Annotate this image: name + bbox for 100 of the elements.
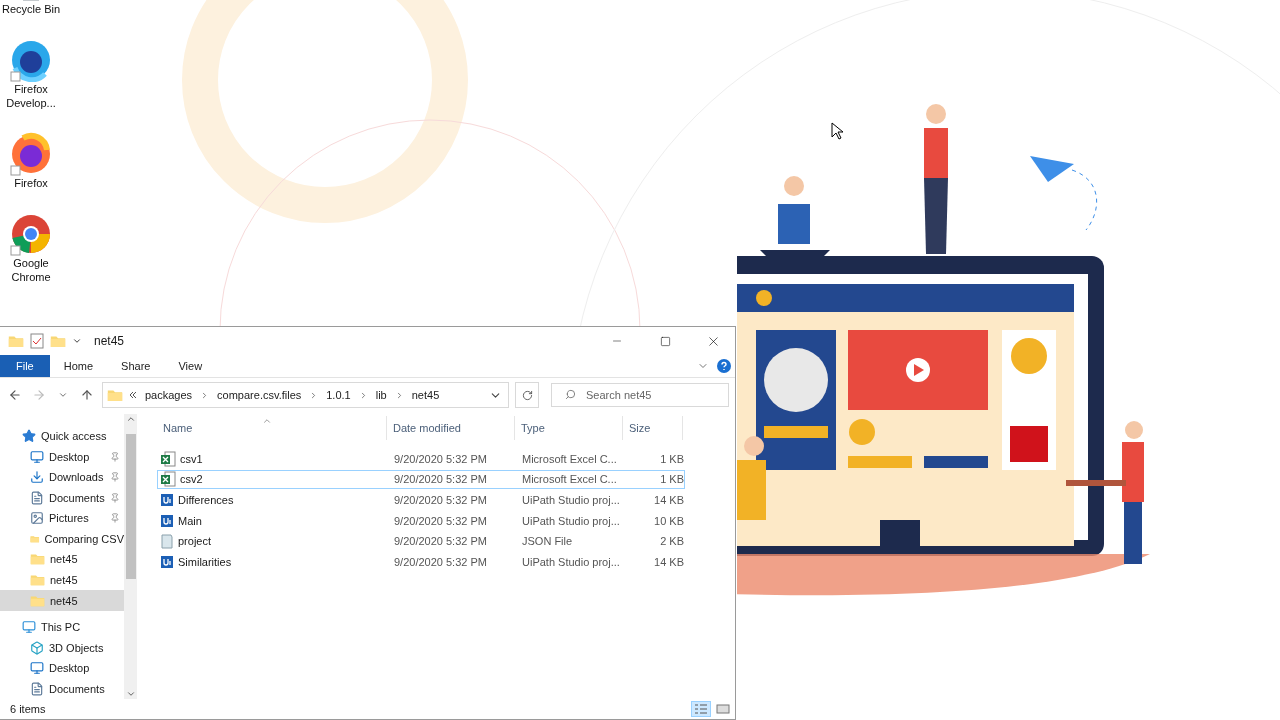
type-cell-text: UiPath Studio proj... [521,555,621,568]
nav-item[interactable]: Documents [0,678,124,699]
nav-item[interactable]: Quick access [0,426,124,447]
date-cell-text: 9/20/2020 5:32 PM [393,494,488,506]
type-cell-text: UiPath Studio proj... [521,494,621,506]
type-cell-text: Microsoft Excel C... [521,473,618,486]
file-row[interactable]: csv1 9/20/2020 5:32 PM Microsoft Excel C... 1 KB [157,449,685,469]
document-icon [30,490,44,505]
file-icon [160,533,174,550]
window-title: net45 [94,334,126,348]
star-icon [22,429,36,444]
ribbon-tab[interactable]: View [164,355,217,377]
folder-icon [8,334,24,348]
file-row[interactable]: csv2 9/20/2020 5:32 PM Microsoft Excel C... 1 KB [157,469,685,490]
file-name: project [178,535,212,548]
desktop-icon-label[interactable]: Firefox Develop... [0,82,62,110]
thumbnail-view-button[interactable] [713,701,733,717]
folder-icon [107,388,123,402]
ribbon-tab[interactable]: File [0,355,50,377]
maximize-icon [659,335,671,347]
nav-item[interactable]: Pictures [0,508,124,529]
type-cell-text: JSON File [521,535,574,548]
ribbon-tab[interactable]: Home [49,355,108,377]
date-cell-text: 9/20/2020 5:32 PM [393,452,488,465]
file-row[interactable]: Similarities 9/20/2020 5:32 PM UiPath Studio proj... 14 KB [157,551,685,572]
breadcrumb-item[interactable]: compare.csv.files [215,389,304,401]
browser-logo-icon [9,212,53,256]
workflow-file-icon [160,554,174,569]
desktop-icon-label[interactable]: Firefox [14,176,48,190]
details-view-button[interactable] [691,701,711,717]
desktop-icon-label[interactable]: Recycle Bin [1,2,61,16]
help-icon[interactable] [717,359,731,373]
computer-icon [22,620,36,635]
breadcrumb-item[interactable]: 1.0.1 [324,389,353,401]
workflow-file-icon [160,513,174,528]
spreadsheet-file-icon [160,471,176,488]
column-header[interactable]: Name [157,416,387,440]
column-header[interactable]: Size [623,416,683,440]
file-row[interactable]: Differences 9/20/2020 5:32 PM UiPath Studio proj... 14 KB [157,490,685,510]
refresh-button[interactable] [515,382,539,408]
nav-item[interactable]: net45 [0,590,124,611]
scroll-down-icon[interactable] [125,689,136,699]
size-cell-text: 10 KB [653,514,684,527]
browser-logo-icon [9,38,53,82]
size-cell-text: 1 KB [659,452,684,465]
file-row[interactable]: Main 9/20/2020 5:32 PM UiPath Studio proj... 10 KB [157,510,685,531]
refresh-icon [521,389,533,401]
dropdown-caret-icon[interactable] [72,336,82,346]
nav-item[interactable]: net45 [0,549,124,570]
nav-item[interactable]: This PC [0,616,124,638]
date-cell-text: 9/20/2020 5:32 PM [393,514,488,527]
scroll-up-icon[interactable] [125,414,136,424]
workflow-file-icon [160,493,174,507]
search-field[interactable]: Search net45 [551,383,729,407]
folder-icon [30,574,45,586]
chevron-down-icon [58,390,68,400]
nav-item[interactable]: net45 [0,569,124,591]
breadcrumb-item[interactable]: net45 [409,389,442,401]
size-cell-text: 2 KB [659,535,684,548]
address-bar[interactable]: packages compare.csv.files 1.0.1 lib net45 [102,382,509,408]
file-name: Differences [178,494,234,506]
picture-icon [30,511,44,526]
type-cell-text: Microsoft Excel C... [521,452,618,465]
ribbon-tab[interactable]: Share [107,355,165,377]
scrollbar[interactable] [124,414,137,699]
mouse-cursor-icon [831,122,843,140]
size-cell-text: 1 KB [659,473,684,486]
search-icon [565,389,576,400]
monitor-icon [30,449,44,464]
spreadsheet-file-icon [160,450,176,467]
folder-icon [30,594,45,607]
forward-arrow-icon [32,388,46,402]
date-cell-text: 9/20/2020 5:32 PM [393,555,488,568]
document-icon [30,681,44,696]
nav-item[interactable]: Desktop [0,446,124,468]
column-header[interactable]: Type [515,416,623,440]
cube-icon [30,640,44,655]
size-cell-text: 14 KB [653,555,684,568]
back-arrow-icon [8,388,22,402]
nav-item[interactable]: Documents [0,487,124,509]
properties-icon [30,333,44,349]
browser-logo-icon [9,132,53,176]
new-folder-icon [50,334,66,348]
date-cell-text: 9/20/2020 5:32 PM [393,535,488,548]
file-name: Main [178,514,202,527]
size-cell-text: 14 KB [653,494,684,506]
nav-item[interactable]: Desktop [0,657,124,679]
column-header[interactable]: Date modified [387,416,515,440]
download-icon [30,470,44,485]
nav-item[interactable]: 3D Objects [0,637,124,658]
breadcrumb-item[interactable]: packages [143,389,195,401]
file-row[interactable]: project 9/20/2020 5:32 PM JSON File 2 KB [157,531,685,551]
file-name: Similarities [178,555,232,568]
desktop-icon-label[interactable]: Google Chrome [0,256,62,284]
nav-item[interactable]: Comparing CSV [0,528,124,550]
file-name: csv2 [180,473,203,486]
monitor-icon [30,661,44,676]
date-cell-text: 9/20/2020 5:32 PM [393,473,488,486]
breadcrumb-item[interactable]: lib [373,389,389,401]
nav-item[interactable]: Downloads [0,467,124,488]
